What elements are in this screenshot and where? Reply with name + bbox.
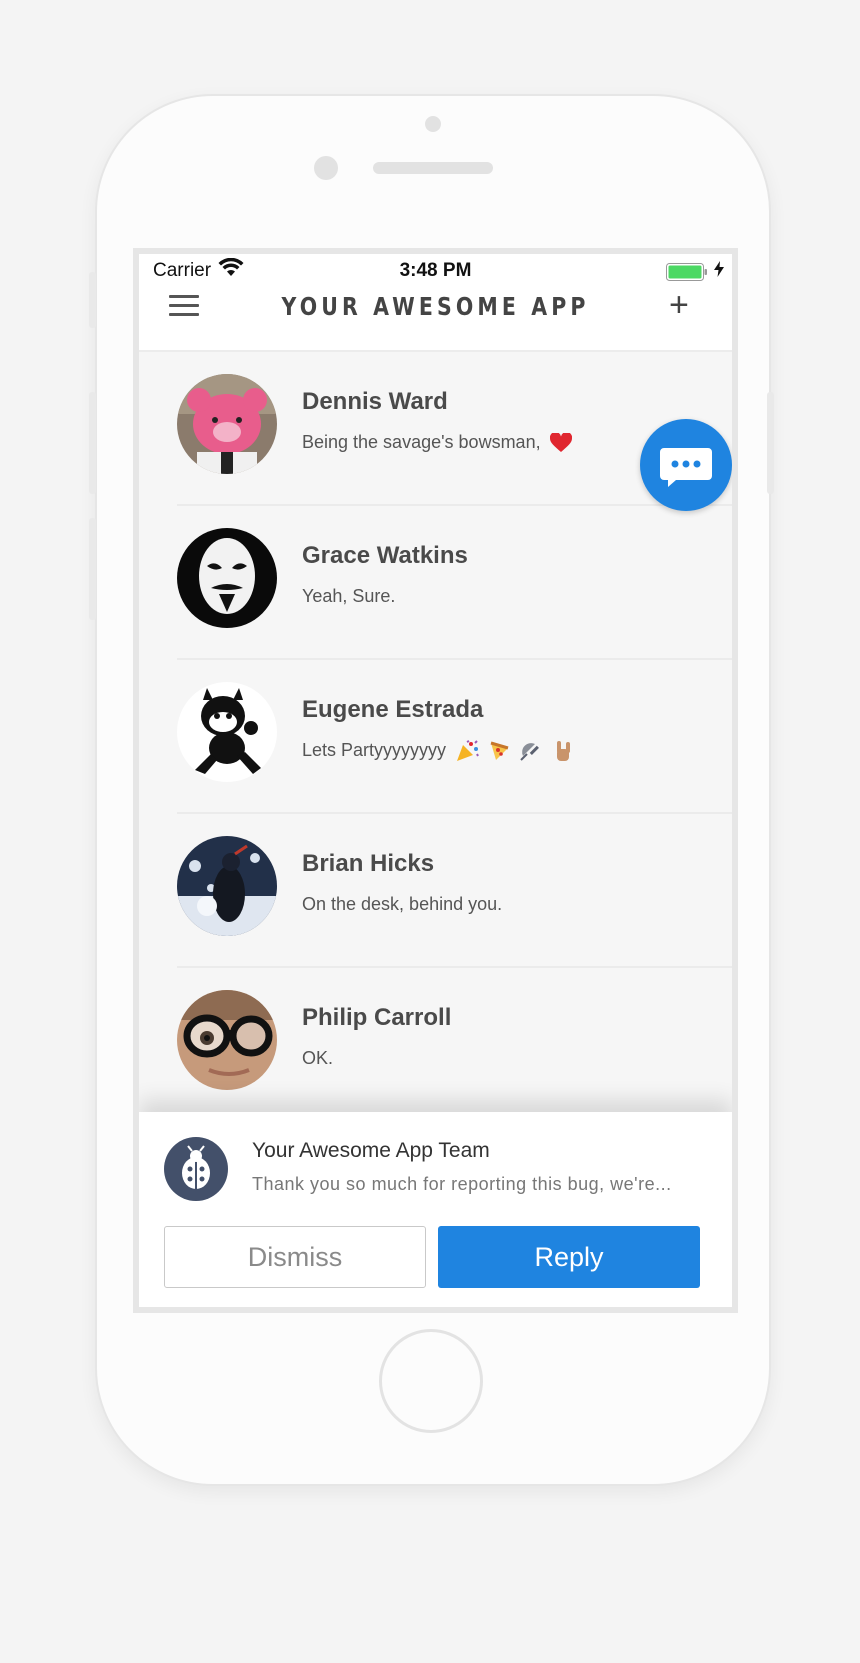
plus-icon[interactable]: + xyxy=(669,288,689,322)
contact-name: Philip Carroll xyxy=(302,1004,452,1031)
power-button xyxy=(767,392,774,494)
app-title: YOUR AWESOME APP xyxy=(281,292,590,321)
app-screen: Carrier 3:48 PM YOUR AWESOME APP + Denni… xyxy=(133,248,738,1313)
dismiss-button[interactable]: Dismiss xyxy=(164,1226,426,1288)
party-popper-emoji-icon xyxy=(457,740,479,762)
status-bar: Carrier 3:48 PM xyxy=(139,254,732,284)
front-camera xyxy=(425,116,441,132)
chat-bubble-icon xyxy=(660,448,712,487)
battery-icon xyxy=(666,263,707,281)
message-preview-text: Being the savage's bowsman, xyxy=(302,432,541,452)
contact-name: Dennis Ward xyxy=(302,388,448,415)
conversation-row[interactable]: Eugene Estrada Lets Partyyyyyyyy xyxy=(139,660,732,814)
volume-up-button xyxy=(89,392,96,494)
conversation-row[interactable]: Brian Hicks On the desk, behind you. xyxy=(139,814,732,968)
mute-switch xyxy=(89,272,96,328)
navigation-bar: YOUR AWESOME APP + xyxy=(139,284,732,352)
notification-sender: Your Awesome App Team xyxy=(252,1139,490,1162)
message-preview: Lets Partyyyyyyyy xyxy=(302,740,574,762)
message-preview-text: OK. xyxy=(302,1048,334,1068)
message-preview-text: Yeah, Sure. xyxy=(302,586,396,606)
notification-banner: Your Awesome App Team Thank you so much … xyxy=(139,1112,732,1307)
contact-name: Grace Watkins xyxy=(302,542,468,569)
avatar xyxy=(177,528,277,628)
avatar xyxy=(177,836,277,936)
message-preview: Being the savage's bowsman, xyxy=(302,432,572,453)
pizza-emoji-icon xyxy=(490,741,509,761)
conversation-row[interactable]: Grace Watkins Yeah, Sure. xyxy=(139,506,732,660)
status-time: 3:48 PM xyxy=(399,260,472,281)
avatar xyxy=(177,374,277,474)
contact-name: Brian Hicks xyxy=(302,850,435,877)
contact-name: Eugene Estrada xyxy=(302,696,484,723)
charging-bolt-icon xyxy=(714,261,724,277)
home-button[interactable] xyxy=(379,1329,483,1433)
avatar xyxy=(177,990,277,1090)
avatar xyxy=(177,682,277,782)
message-preview: On the desk, behind you. xyxy=(302,894,502,915)
message-preview: OK. xyxy=(302,1048,333,1069)
new-message-fab[interactable] xyxy=(640,419,732,511)
ladybug-icon xyxy=(164,1137,228,1201)
message-preview: Yeah, Sure. xyxy=(302,586,395,607)
notification-message: Thank you so much for reporting this bug… xyxy=(252,1174,672,1194)
rock-hand-emoji-icon xyxy=(557,741,571,762)
proximity-sensor xyxy=(314,156,338,180)
earpiece-speaker xyxy=(373,162,493,174)
heart-emoji-icon xyxy=(549,433,572,453)
message-preview-text: On the desk, behind you. xyxy=(302,894,503,914)
message-preview-text: Lets Partyyyyyyyy xyxy=(302,740,447,760)
conversation-row[interactable]: Philip Carroll OK. xyxy=(139,968,732,1122)
volume-down-button xyxy=(89,518,96,620)
satellite-emoji-icon xyxy=(520,743,540,761)
reply-button[interactable]: Reply xyxy=(438,1226,700,1288)
